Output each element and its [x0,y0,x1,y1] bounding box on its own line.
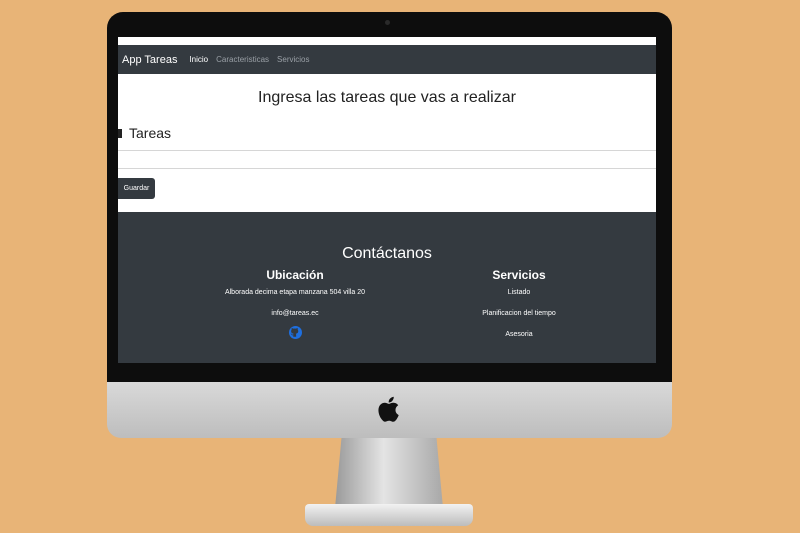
navbar: App Tareas Inicio Caracteristicas Servic… [118,45,656,74]
monitor-base [305,504,473,526]
navbar-brand[interactable]: App Tareas [122,54,177,66]
location-column: Ubicación Alborada decima etapa manzana … [195,268,395,344]
services-column: Servicios Listado Planificacion del tiem… [419,268,619,347]
browser-viewport: App Tareas Inicio Caracteristicas Servic… [118,37,656,363]
footer: Contáctanos Ubicación Alborada decima et… [118,212,656,363]
task-input[interactable] [118,150,656,169]
square-icon [118,128,122,138]
page-heading: Ingresa las tareas que vas a realizar [258,89,516,106]
section-title-label: Tareas [129,125,172,141]
apple-logo-icon [378,396,399,422]
service-item-asesoria[interactable]: Asesoria [419,326,619,347]
github-icon[interactable] [288,326,302,344]
nav-link-servicios[interactable]: Servicios [277,55,309,64]
footer-title: Contáctanos [342,245,432,262]
email-text[interactable]: info@tareas.ec [195,305,395,326]
monitor-stand [335,438,443,508]
nav-link-inicio[interactable]: Inicio [189,55,208,64]
save-button[interactable]: Guardar [118,178,155,199]
section-title: Tareas [118,125,171,141]
services-title: Servicios [492,268,546,282]
location-title: Ubicación [266,268,324,282]
nav-link-caracteristicas[interactable]: Caracteristicas [216,55,269,64]
service-item-listado[interactable]: Listado [419,284,619,305]
service-item-planificacion[interactable]: Planificacion del tiempo [419,305,619,326]
camera-dot [385,20,390,25]
address-text: Alborada decima etapa manzana 504 villa … [224,289,366,296]
